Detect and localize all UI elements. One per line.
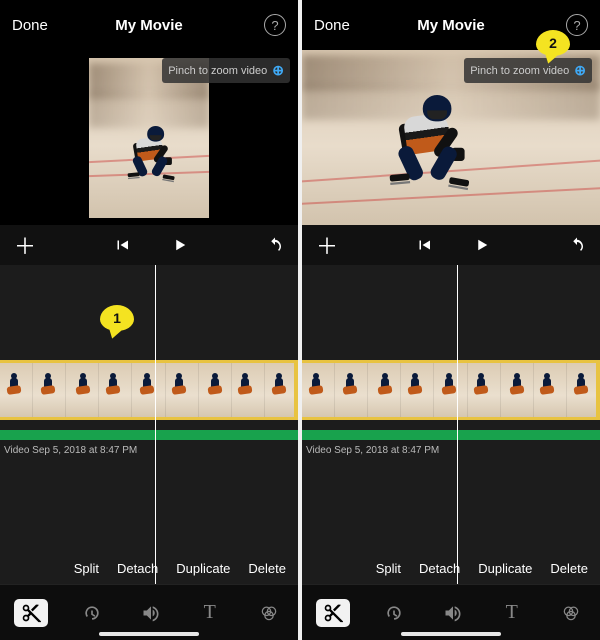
volume-icon[interactable] <box>136 598 166 628</box>
phone-right: Done My Movie ? 2 Pinch to zoom video ⊕ <box>302 0 600 640</box>
timeline[interactable]: 1 Video Sep 5, 2018 at 8:47 PM Split Det… <box>0 265 298 584</box>
undo-button[interactable] <box>266 236 284 254</box>
home-indicator[interactable] <box>99 632 199 636</box>
zoom-hint-label: Pinch to zoom video <box>470 65 569 77</box>
split-button[interactable]: Split <box>376 561 401 576</box>
add-media-button[interactable]: ＋ <box>316 229 338 261</box>
text-icon[interactable]: T <box>497 598 527 628</box>
done-button[interactable]: Done <box>314 17 350 34</box>
editor-header: Done My Movie ? <box>0 0 298 50</box>
audio-track[interactable] <box>0 430 298 440</box>
duplicate-button[interactable]: Duplicate <box>478 561 532 576</box>
magnifier-icon: ⊕ <box>272 62 284 79</box>
help-icon[interactable]: ? <box>566 14 588 36</box>
clip-metadata: Video Sep 5, 2018 at 8:47 PM <box>306 445 439 456</box>
video-preview-area[interactable]: Pinch to zoom video ⊕ <box>0 50 298 225</box>
filters-icon[interactable] <box>254 598 284 628</box>
timeline[interactable]: Video Sep 5, 2018 at 8:47 PM Split Detac… <box>302 265 600 584</box>
annotation-callout-1: 1 <box>100 305 134 331</box>
video-clip[interactable] <box>302 360 600 420</box>
video-preview-area[interactable]: Pinch to zoom video ⊕ <box>302 50 600 225</box>
skip-start-button[interactable] <box>415 236 433 254</box>
volume-icon[interactable] <box>438 598 468 628</box>
magnifier-icon: ⊕ <box>574 62 586 79</box>
zoom-hint-label: Pinch to zoom video <box>168 65 267 77</box>
playhead[interactable] <box>457 265 459 584</box>
transport-bar: ＋ <box>302 225 600 265</box>
filters-icon[interactable] <box>556 598 586 628</box>
help-icon[interactable]: ? <box>264 14 286 36</box>
scissors-icon[interactable] <box>14 599 48 627</box>
detach-button[interactable]: Detach <box>419 561 460 576</box>
phone-left: Done My Movie ? Pinch to zoom video ⊕ <box>0 0 298 640</box>
duplicate-button[interactable]: Duplicate <box>176 561 230 576</box>
clip-metadata: Video Sep 5, 2018 at 8:47 PM <box>4 445 137 456</box>
speed-icon[interactable] <box>379 598 409 628</box>
delete-button[interactable]: Delete <box>550 561 588 576</box>
home-indicator[interactable] <box>401 632 501 636</box>
audio-track[interactable] <box>302 430 600 440</box>
scissors-icon[interactable] <box>316 599 350 627</box>
text-icon[interactable]: T <box>195 598 225 628</box>
clip-actions: Split Detach Duplicate Delete <box>0 561 298 576</box>
play-button[interactable] <box>473 236 491 254</box>
zoom-hint[interactable]: Pinch to zoom video ⊕ <box>162 58 290 83</box>
speed-icon[interactable] <box>77 598 107 628</box>
add-media-button[interactable]: ＋ <box>14 229 36 261</box>
delete-button[interactable]: Delete <box>248 561 286 576</box>
playhead[interactable] <box>155 265 157 584</box>
done-button[interactable]: Done <box>12 17 48 34</box>
clip-actions: Split Detach Duplicate Delete <box>302 561 600 576</box>
transport-bar: ＋ <box>0 225 298 265</box>
play-button[interactable] <box>171 236 189 254</box>
skip-start-button[interactable] <box>113 236 131 254</box>
zoom-hint[interactable]: Pinch to zoom video ⊕ <box>464 58 592 83</box>
split-button[interactable]: Split <box>74 561 99 576</box>
video-clip[interactable] <box>0 360 298 420</box>
detach-button[interactable]: Detach <box>117 561 158 576</box>
undo-button[interactable] <box>568 236 586 254</box>
annotation-callout-2: 2 <box>536 30 570 56</box>
